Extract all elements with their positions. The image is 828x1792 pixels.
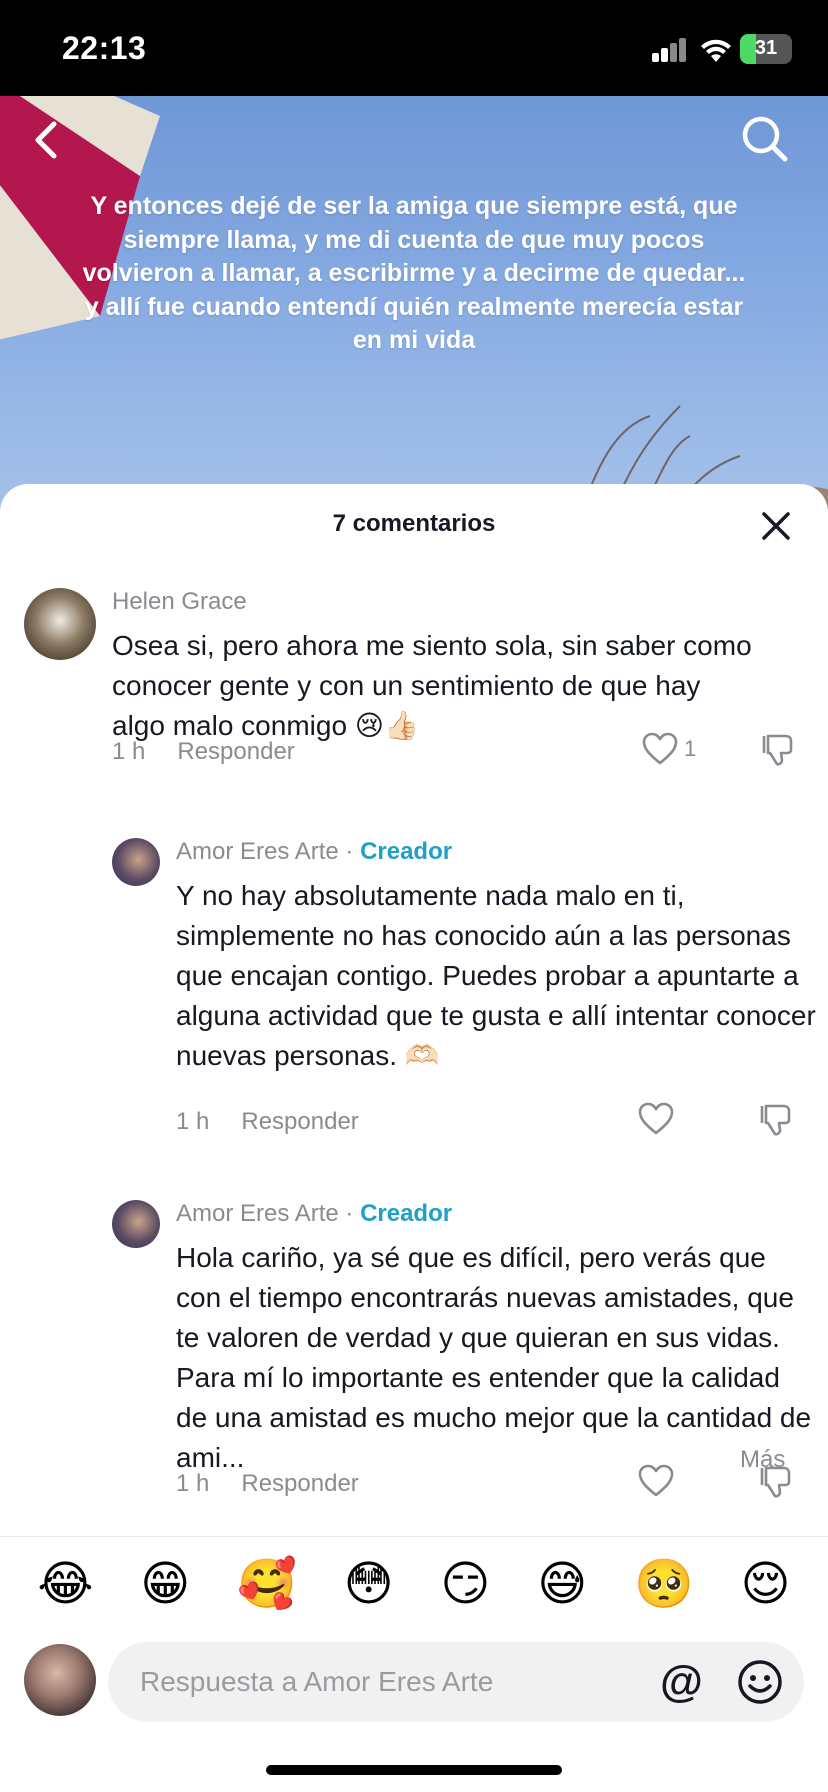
comment-reply-item: Amor Eres Arte · Creador Hola cariño, ya… — [0, 484, 828, 1536]
comment-time: 1 h — [176, 1470, 210, 1497]
mention-button[interactable]: @ — [660, 1658, 703, 1706]
emoji-button[interactable]: 😅 — [537, 1560, 587, 1609]
emoji-button[interactable]: 😏 — [440, 1560, 490, 1609]
wifi-icon — [701, 39, 731, 62]
emoji-button[interactable]: 🥰 — [237, 1560, 297, 1609]
search-icon[interactable] — [740, 114, 790, 164]
emoji-quick-bar: 😂 😁 🥰 😳 😏 😅 🥺 😌 — [0, 1536, 828, 1632]
video-background: Y entonces dejé de ser la amiga que siem… — [0, 96, 828, 516]
reply-input[interactable] — [140, 1642, 640, 1722]
avatar[interactable] — [112, 1200, 160, 1248]
reply-button[interactable]: Responder — [241, 1470, 358, 1497]
cellular-signal-icon — [652, 38, 688, 62]
heart-icon[interactable] — [638, 1464, 674, 1498]
reply-input-row: @ — [0, 1632, 828, 1732]
dislike-icon[interactable] — [758, 1464, 794, 1500]
comment-meta: 1 h Responder — [176, 1470, 359, 1498]
emoji-button[interactable]: 😌 — [741, 1560, 791, 1609]
battery-percent: 31 — [754, 37, 778, 59]
back-button[interactable] — [24, 116, 68, 164]
status-bar: 22:13 31 — [0, 0, 828, 96]
comment-text: Hola cariño, ya sé que es difícil, pero … — [176, 1242, 812, 1473]
emoji-button[interactable]: 😁 — [140, 1560, 190, 1609]
emoji-button[interactable]: 😂 — [37, 1560, 93, 1609]
author-name[interactable]: Amor Eres Arte — [176, 1200, 339, 1227]
battery-icon: 31 — [740, 34, 792, 64]
user-avatar — [24, 1644, 96, 1716]
home-indicator — [266, 1765, 562, 1775]
status-time: 22:13 — [62, 30, 147, 66]
separator: · — [345, 1200, 354, 1227]
comment-author: Amor Eres Arte · Creador — [176, 1200, 452, 1228]
emoji-button[interactable]: 🥺 — [634, 1560, 694, 1609]
creator-badge: Creador — [360, 1200, 453, 1227]
reply-box: @ — [108, 1642, 804, 1722]
emoji-picker-icon[interactable] — [736, 1658, 784, 1706]
video-caption: Y entonces dejé de ser la amiga que siem… — [82, 192, 746, 354]
emoji-button[interactable]: 😳 — [344, 1560, 394, 1609]
